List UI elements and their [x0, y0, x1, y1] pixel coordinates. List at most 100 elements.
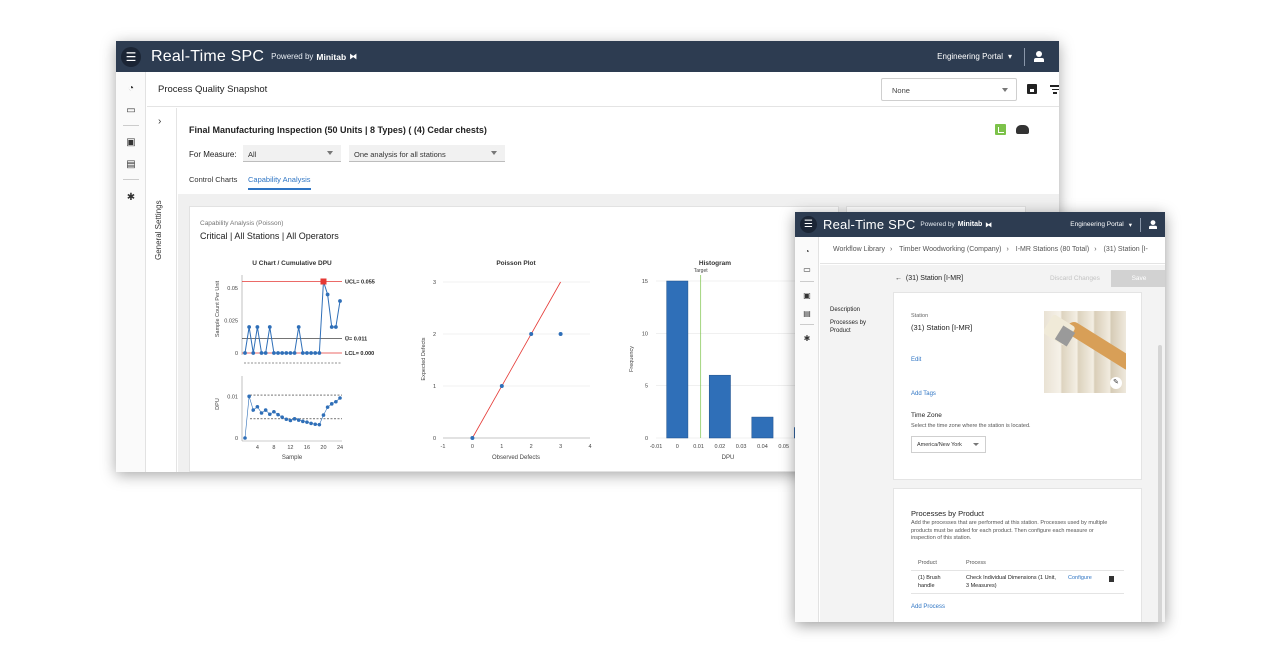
- minitab-export-icon[interactable]: [995, 124, 1006, 135]
- hamburger-menu-icon[interactable]: ☰: [121, 46, 141, 67]
- portal-dropdown[interactable]: Engineering Portal ▾: [937, 52, 1012, 61]
- page-header: Process Quality Snapshot None: [147, 72, 1059, 107]
- dpu-x-tick: 24: [337, 445, 343, 451]
- chevron-right-icon: ›: [1006, 246, 1009, 253]
- save-button[interactable]: Save: [1111, 270, 1165, 287]
- uchart-out-of-control-point: [320, 278, 327, 285]
- rail-divider: [800, 324, 814, 325]
- add-process-link[interactable]: Add Process: [911, 604, 945, 610]
- app-title: Real-Time SPC: [151, 47, 265, 65]
- uchart-point: [276, 351, 280, 355]
- histogram-bar: [708, 374, 731, 439]
- uchart-point: [255, 325, 260, 329]
- portal-dropdown[interactable]: Engineering Portal ▾: [1070, 221, 1132, 229]
- caret-down-icon: [973, 443, 979, 446]
- poisson-point: [499, 384, 504, 388]
- uchart-point: [313, 351, 318, 355]
- uchart-y-tick: 0: [235, 351, 238, 357]
- minitab-logo-icon: ⧓: [985, 221, 993, 229]
- breadcrumb-stations[interactable]: I-MR Stations (80 Total): [1016, 246, 1089, 253]
- poisson-x-tick: 0: [471, 444, 474, 450]
- uchart-point: [267, 325, 272, 329]
- user-icon[interactable]: [1148, 219, 1158, 230]
- poisson-x-label: Observed Defects: [492, 455, 540, 461]
- hamburger-menu-icon[interactable]: ☰: [800, 216, 817, 233]
- settings-gear-icon[interactable]: ✱: [125, 192, 137, 204]
- dpu-point: [284, 417, 289, 422]
- tab-capability-analysis[interactable]: Capability Analysis: [248, 175, 311, 190]
- pencil-icon[interactable]: ✎: [1110, 377, 1122, 389]
- chevron-right-icon[interactable]: ›: [158, 116, 161, 127]
- time-zone-title: Time Zone: [911, 412, 942, 419]
- nav-description[interactable]: Description: [830, 307, 885, 315]
- row-process: Check Individual Dimensions (1 Unit, 3 M…: [966, 575, 1056, 589]
- snapshot-select[interactable]: None: [881, 78, 1017, 101]
- uchart-point: [300, 351, 305, 355]
- station-window: ☰ Real-Time SPC Powered by Minitab ⧓ Eng…: [795, 212, 1165, 622]
- settings-gear-icon[interactable]: ✱: [801, 333, 813, 345]
- uchart-point: [272, 351, 276, 355]
- histogram-x-tick: 0.02: [714, 444, 725, 450]
- filter-icon[interactable]: [1050, 85, 1059, 94]
- tab-control-charts[interactable]: Control Charts: [189, 175, 237, 184]
- analysis-dropdown-value: One analysis for all stations: [354, 150, 446, 159]
- dashboard-gauge-icon[interactable]: ◔: [125, 83, 137, 95]
- station-content: ← (31) Station [I-MR] Discard Changes Sa…: [820, 265, 1165, 622]
- histogram-x-tick: -0.01: [650, 444, 663, 450]
- dpu-point: [255, 404, 260, 409]
- analysis-dropdown[interactable]: One analysis for all stations: [349, 145, 505, 162]
- histogram-x-tick: 0.05: [778, 444, 789, 450]
- uchart-limit-label-ucl: UCL= 0.055: [345, 280, 375, 286]
- dashboard-gauge-icon[interactable]: ◔: [801, 246, 813, 258]
- poisson-title: Poisson Plot: [496, 260, 536, 267]
- uchart-point: [292, 351, 297, 355]
- breadcrumb-company[interactable]: Timber Woodworking (Company): [899, 246, 1001, 253]
- measure-dropdown[interactable]: All: [243, 145, 341, 162]
- archive-icon[interactable]: ▣: [125, 137, 137, 149]
- cloud-download-icon[interactable]: [1016, 125, 1029, 134]
- arrow-left-icon[interactable]: ←: [895, 275, 902, 282]
- processes-card: Processes by Product Add the processes t…: [893, 488, 1142, 622]
- time-zone-select[interactable]: America/New York: [911, 436, 986, 453]
- powered-by-label: Powered by: [920, 221, 955, 228]
- caret-down-icon: [491, 151, 497, 155]
- rail-divider: [800, 281, 814, 282]
- clipboard-icon[interactable]: ▤: [801, 308, 813, 320]
- configure-link[interactable]: Configure: [1068, 575, 1092, 581]
- delete-icon[interactable]: [1109, 576, 1114, 582]
- inspection-heading: Final Manufacturing Inspection (50 Units…: [189, 125, 487, 135]
- caret-down-icon: [327, 151, 333, 155]
- general-settings-label[interactable]: General Settings: [154, 200, 163, 260]
- uchart-point: [284, 351, 289, 355]
- topbar-divider: [1024, 47, 1025, 66]
- minitab-brand: Minitab: [957, 221, 983, 228]
- poisson-x-tick: 3: [559, 444, 562, 450]
- uchart-point: [263, 351, 268, 355]
- back-title[interactable]: ← (31) Station [I-MR]: [895, 275, 963, 282]
- dpu-point: [334, 399, 338, 404]
- poisson-y-tick: 2: [433, 332, 436, 338]
- scrollbar[interactable]: [1158, 345, 1162, 622]
- edit-link[interactable]: Edit: [911, 357, 921, 363]
- discard-changes-button[interactable]: Discard Changes: [1050, 275, 1100, 282]
- dpu-x-tick: 4: [256, 445, 259, 451]
- monitor-chart-icon[interactable]: ▭: [801, 264, 813, 276]
- uchart-limit-label-lcl: LCL= 0.000: [345, 351, 374, 357]
- page-title: Process Quality Snapshot: [158, 83, 268, 95]
- user-icon[interactable]: [1033, 50, 1045, 63]
- nav-processes-by-product[interactable]: Processes by Product: [830, 320, 885, 335]
- breadcrumb-workflow-library[interactable]: Workflow Library: [833, 246, 885, 253]
- uchart-y-tick: 0.025: [224, 319, 238, 325]
- powered-by-label: Powered by: [271, 52, 314, 61]
- archive-icon[interactable]: ▣: [801, 290, 813, 302]
- clipboard-icon[interactable]: ▤: [125, 159, 137, 171]
- add-tags-link[interactable]: Add Tags: [911, 391, 936, 397]
- monitor-chart-icon[interactable]: ▭: [125, 105, 137, 117]
- general-settings-panel[interactable]: › General Settings: [147, 108, 177, 472]
- rail-divider: [123, 125, 139, 126]
- uchart-y-label: Sample Count Per Unit: [215, 280, 221, 337]
- uchart-title: U Chart / Cumulative DPU: [252, 260, 332, 267]
- histogram-target-label: Target: [694, 268, 709, 274]
- station-card: Station (31) Station [I-MR] Edit ✎ Add T…: [893, 292, 1142, 480]
- save-icon[interactable]: [1027, 84, 1037, 94]
